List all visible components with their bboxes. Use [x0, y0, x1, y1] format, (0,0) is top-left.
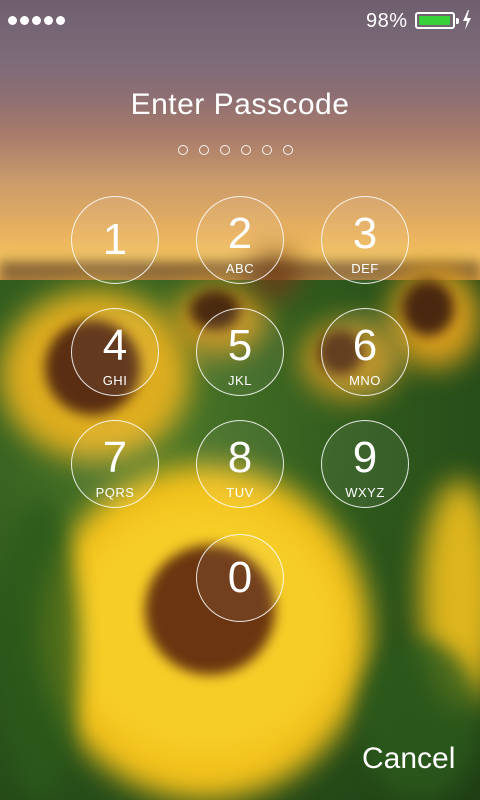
key-6[interactable]: 6 MNO	[321, 308, 409, 396]
lightning-bolt-icon	[463, 10, 471, 30]
passcode-title: Enter Passcode	[130, 88, 350, 121]
passcode-dot	[241, 145, 251, 155]
passcode-dot	[283, 145, 293, 155]
status-bar: 98%	[0, 0, 480, 40]
key-7[interactable]: 7 PQRS	[71, 420, 159, 508]
key-digit: 8	[227, 433, 253, 482]
cancel-button[interactable]: Cancel	[362, 742, 455, 776]
battery-fill	[419, 16, 451, 25]
key-letters: WXYZ	[345, 485, 385, 500]
sunflower-right-center	[402, 280, 454, 336]
key-letters: DEF	[351, 261, 379, 276]
key-letters: ABC	[225, 261, 255, 276]
key-letters: MNO	[349, 373, 381, 388]
signal-dots-icon	[8, 16, 65, 25]
key-digit: 1	[102, 215, 128, 264]
key-letters: GHI	[102, 373, 128, 388]
key-1[interactable]: 1	[71, 196, 159, 284]
passcode-dot	[220, 145, 230, 155]
battery-icon	[415, 12, 459, 29]
key-3[interactable]: 3 DEF	[321, 196, 409, 284]
key-digit: 2	[227, 209, 253, 258]
key-digit: 9	[352, 433, 378, 482]
key-digit: 0	[227, 553, 253, 602]
key-letters: PQRS	[95, 485, 135, 500]
key-letters: TUV	[226, 485, 254, 500]
key-8[interactable]: 8 TUV	[196, 420, 284, 508]
key-letters: JKL	[228, 373, 252, 388]
battery-percentage: 98%	[366, 10, 408, 32]
key-digit: 4	[102, 321, 128, 370]
key-digit: 5	[227, 321, 253, 370]
leaves-left	[0, 500, 80, 800]
key-digit: 3	[352, 209, 378, 258]
key-digit: 7	[102, 433, 128, 482]
passcode-dot	[178, 145, 188, 155]
passcode-indicator	[178, 145, 293, 155]
key-9[interactable]: 9 WXYZ	[321, 420, 409, 508]
passcode-dot	[199, 145, 209, 155]
key-digit: 6	[352, 321, 378, 370]
passcode-dot	[262, 145, 272, 155]
leaves-right	[360, 640, 480, 800]
key-0[interactable]: 0	[196, 534, 284, 622]
key-5[interactable]: 5 JKL	[196, 308, 284, 396]
key-2[interactable]: 2 ABC	[196, 196, 284, 284]
key-4[interactable]: 4 GHI	[71, 308, 159, 396]
